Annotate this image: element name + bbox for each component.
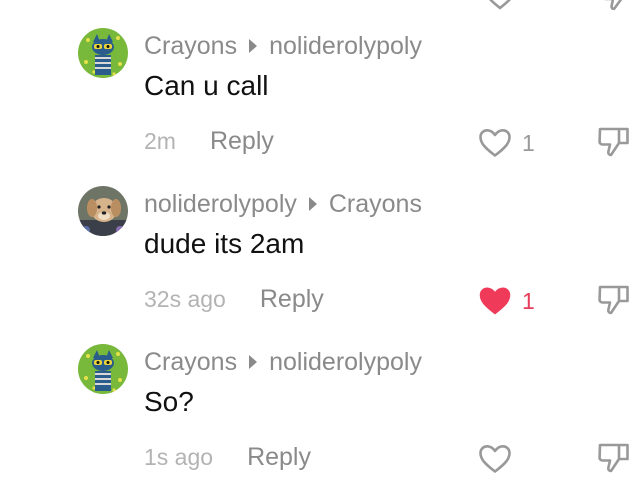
like-button[interactable]: 1 <box>478 284 535 318</box>
dislike-icon[interactable] <box>600 0 634 10</box>
avatar[interactable] <box>78 186 128 236</box>
comment-header: Crayons noliderolypoly <box>144 346 422 378</box>
previous-comment-actions-cropped <box>0 0 642 10</box>
comment-text: Can u call <box>144 70 269 101</box>
author-name[interactable]: Crayons <box>144 348 237 377</box>
reply-button[interactable]: Reply <box>210 127 274 156</box>
author-name[interactable]: noliderolypoly <box>144 190 297 219</box>
comment-item: Crayons noliderolypoly So? 1s ago Reply <box>0 344 642 502</box>
reply-button[interactable]: Reply <box>260 285 324 314</box>
reply-arrow-icon <box>308 197 317 211</box>
dog-avatar-icon <box>78 186 128 236</box>
timestamp: 32s ago <box>144 285 226 312</box>
comment-meta: 2m Reply <box>144 124 274 158</box>
comment-header: Crayons noliderolypoly <box>144 30 422 62</box>
comment-item: noliderolypoly Crayons dude its 2am 32s … <box>0 186 642 344</box>
comment-item: Crayons noliderolypoly Can u call 2m Rep… <box>0 28 642 186</box>
reply-to-name[interactable]: noliderolypoly <box>269 348 422 377</box>
dislike-icon <box>598 443 629 473</box>
reply-to-name[interactable]: Crayons <box>329 190 422 219</box>
cat-avatar-icon <box>78 344 128 394</box>
reply-arrow-icon <box>249 39 258 53</box>
comment-text: dude its 2am <box>144 228 305 259</box>
reply-arrow-icon <box>249 355 258 369</box>
comment-meta: 32s ago Reply <box>144 282 324 316</box>
cat-avatar-icon <box>78 28 128 78</box>
reply-button[interactable]: Reply <box>247 443 311 472</box>
heart-icon <box>479 129 511 157</box>
heart-filled-icon <box>479 287 511 315</box>
heart-icon[interactable] <box>484 0 516 10</box>
like-button[interactable] <box>478 442 522 476</box>
dislike-icon <box>598 285 629 315</box>
dislike-button[interactable] <box>596 440 632 479</box>
timestamp: 2m <box>144 127 176 154</box>
dislike-button[interactable] <box>596 282 632 321</box>
avatar[interactable] <box>78 344 128 394</box>
heart-icon <box>479 445 511 473</box>
dislike-icon <box>598 127 629 157</box>
like-count: 1 <box>522 129 535 156</box>
reply-to-name[interactable]: noliderolypoly <box>269 32 422 61</box>
comment-text: So? <box>144 386 194 417</box>
author-name[interactable]: Crayons <box>144 32 237 61</box>
comment-header: noliderolypoly Crayons <box>144 188 422 220</box>
like-count: 1 <box>522 287 535 314</box>
timestamp: 1s ago <box>144 443 214 470</box>
like-button[interactable]: 1 <box>478 126 535 160</box>
comment-meta: 1s ago Reply <box>144 440 311 474</box>
avatar[interactable] <box>78 28 128 78</box>
dislike-button[interactable] <box>596 124 632 163</box>
